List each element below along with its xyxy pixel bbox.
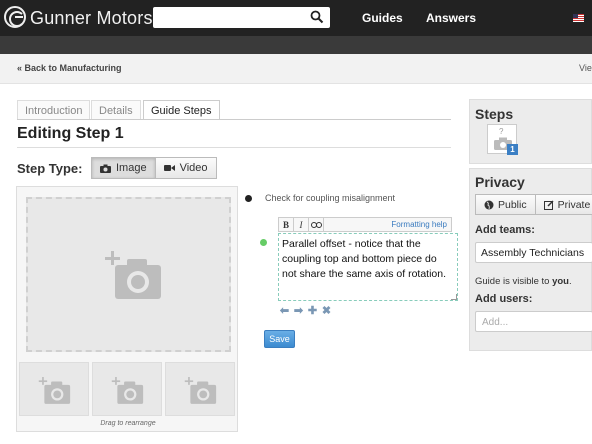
logo-icon[interactable]: [4, 6, 26, 28]
visibility-target: you: [552, 276, 569, 287]
thumbnail-slot[interactable]: [19, 362, 89, 416]
image-type-label: Image: [116, 162, 147, 174]
step-type-label: Step Type:: [17, 161, 83, 176]
tab-introduction[interactable]: Introduction: [17, 100, 91, 120]
add-image-icon: [184, 377, 217, 404]
thumbnail-slot[interactable]: [165, 362, 235, 416]
arrow-right-icon[interactable]: ➡: [293, 306, 304, 317]
link-button[interactable]: [309, 218, 324, 232]
visibility-suffix: .: [568, 276, 572, 287]
globe-icon: [484, 200, 494, 209]
arrow-left-icon[interactable]: ⬅: [279, 306, 290, 317]
bullet-dot-green[interactable]: [260, 239, 267, 246]
brand-name[interactable]: Gunner Motors: [30, 8, 153, 29]
nav-guides-link[interactable]: Guides: [362, 11, 403, 25]
bullet-actions: ⬅ ➡ ✚ ✖: [279, 306, 332, 318]
media-panel: Drag to rearrange: [16, 186, 238, 432]
public-label: Public: [498, 198, 527, 211]
video-camera-icon: [163, 165, 175, 171]
step-type-toggle: Image Video: [91, 157, 217, 179]
breadcrumb: « Back to Manufacturing Vie: [0, 54, 592, 84]
private-label: Private: [557, 198, 591, 211]
editor-toolbar: B I Formatting help: [278, 217, 452, 232]
main-image-slot[interactable]: [26, 197, 231, 352]
visibility-prefix: Guide is visible to: [475, 276, 550, 287]
steps-heading: Steps: [475, 106, 514, 122]
users-input-box: [475, 311, 592, 332]
tab-details[interactable]: Details: [91, 100, 141, 120]
add-image-icon: [38, 377, 71, 404]
add-image-icon: [105, 251, 161, 299]
add-users-input[interactable]: [476, 313, 592, 332]
search-box: [153, 7, 330, 28]
tab-guide-steps[interactable]: Guide Steps: [143, 100, 220, 120]
add-image-icon: [111, 377, 144, 404]
save-button[interactable]: Save: [264, 330, 295, 348]
delete-icon[interactable]: ✖: [321, 306, 332, 317]
team-select[interactable]: Assembly Technicians: [475, 242, 592, 263]
privacy-panel: Privacy Public Private Add teams: Assemb…: [469, 168, 592, 351]
page-title: Editing Step 1: [17, 125, 124, 142]
step-thumb-placeholder: ?: [499, 127, 504, 136]
italic-button[interactable]: I: [294, 218, 309, 232]
privacy-heading: Privacy: [475, 174, 525, 190]
search-icon[interactable]: [310, 10, 324, 24]
bullet-line-1[interactable]: Check for coupling misalignment: [265, 193, 395, 203]
resize-handle[interactable]: [451, 294, 457, 300]
privacy-toggle: Public Private: [475, 194, 592, 215]
thumbnail-row: [19, 362, 235, 416]
back-link[interactable]: « Back to Manufacturing: [17, 63, 122, 73]
bullet-text-input[interactable]: Parallel offset - notice that the coupli…: [278, 233, 458, 301]
edit-icon: [543, 199, 554, 210]
private-button[interactable]: Private: [535, 194, 592, 215]
tab-divider: [17, 119, 451, 120]
image-type-button[interactable]: Image: [91, 157, 156, 179]
visibility-note: Guide is visible to you.: [475, 276, 572, 287]
plus-icon[interactable]: ✚: [307, 306, 318, 317]
header-band: [0, 36, 592, 54]
bullet-dot-black[interactable]: [245, 195, 252, 202]
view-link[interactable]: Vie: [579, 63, 592, 73]
nav-answers-link[interactable]: Answers: [426, 11, 476, 25]
link-icon: [310, 222, 322, 228]
camera-icon: [100, 164, 111, 173]
video-type-button[interactable]: Video: [155, 157, 217, 179]
bold-button[interactable]: B: [279, 218, 294, 232]
us-flag-icon[interactable]: [573, 14, 584, 22]
top-nav: Gunner Motors Guides Answers: [0, 0, 592, 36]
step-number-badge: 1: [507, 144, 518, 155]
steps-panel: Steps ? 1: [469, 99, 592, 164]
drag-hint: Drag to rearrange: [100, 420, 156, 427]
add-teams-label: Add teams:: [475, 224, 535, 236]
video-type-label: Video: [179, 162, 208, 174]
thumbnail-slot[interactable]: [92, 362, 162, 416]
add-users-label: Add users:: [475, 293, 533, 305]
bullet-editor: B I Formatting help Parallel offset - no…: [278, 217, 458, 301]
title-divider: [17, 147, 451, 148]
formatting-help-link[interactable]: Formatting help: [391, 220, 447, 229]
search-input[interactable]: [153, 7, 303, 28]
public-button[interactable]: Public: [475, 194, 536, 215]
